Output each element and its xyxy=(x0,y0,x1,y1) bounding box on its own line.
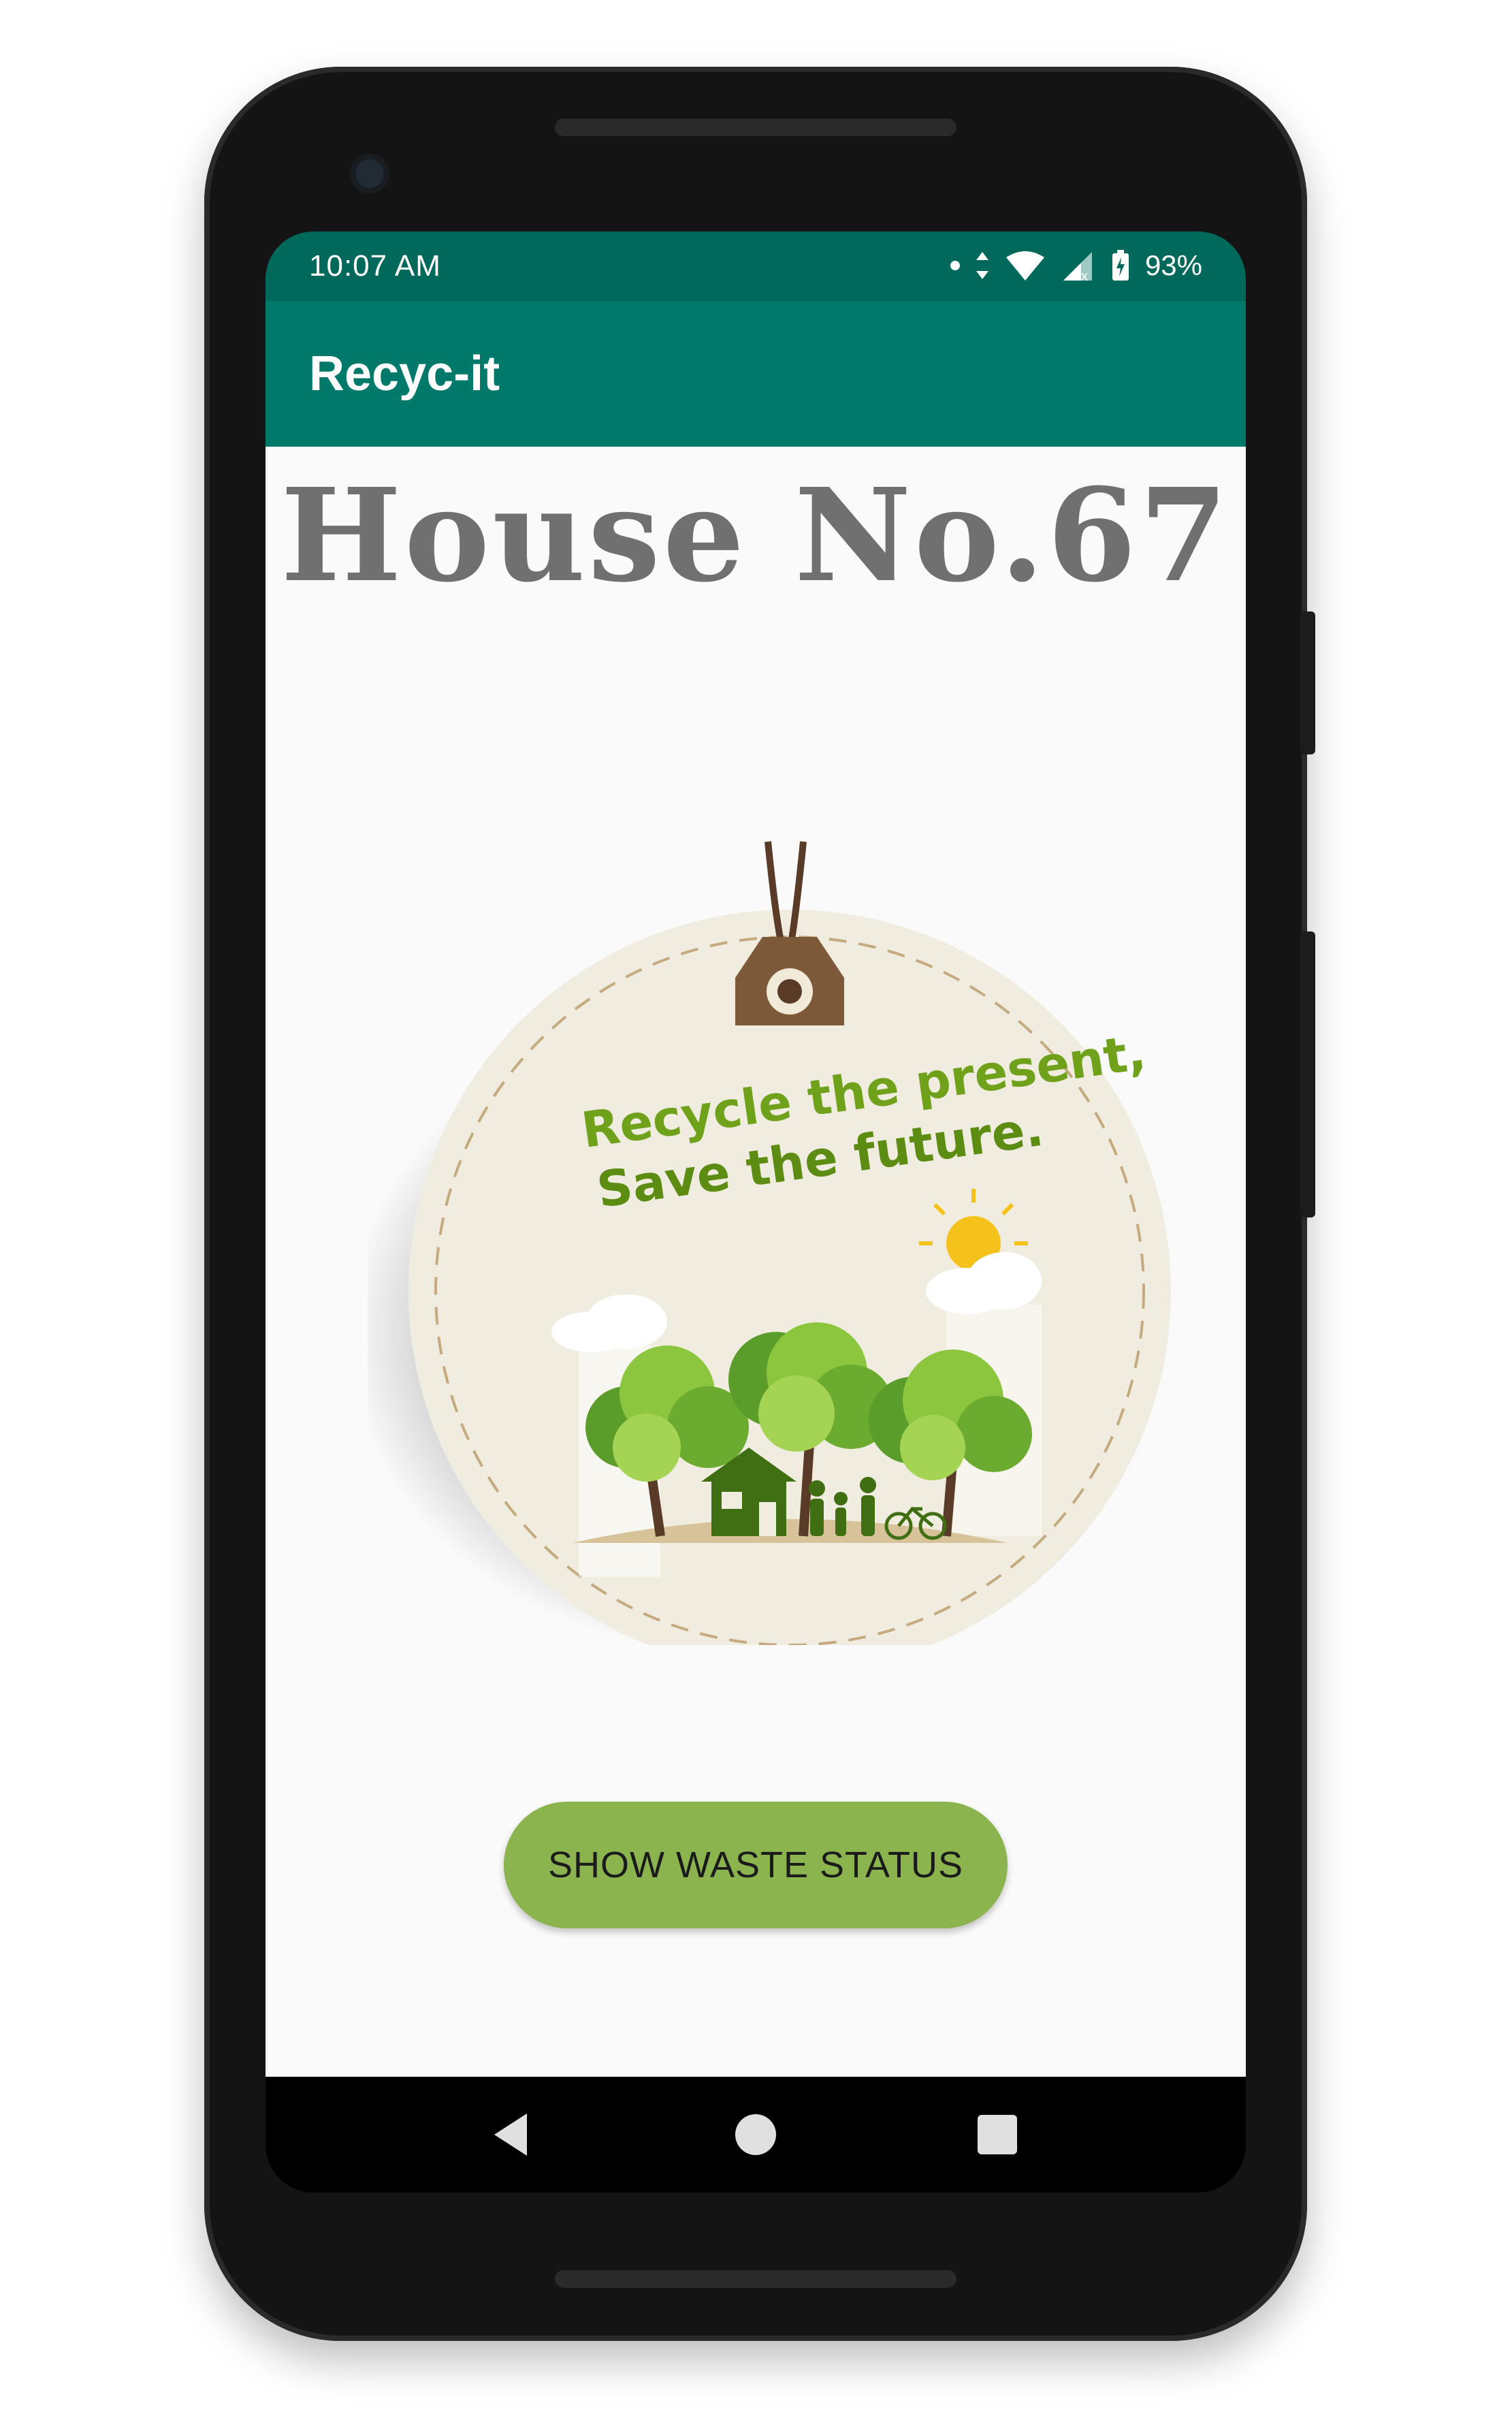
house-number-heading: House No.67 xyxy=(280,460,1231,611)
power-button xyxy=(1300,611,1315,754)
earpiece-speaker xyxy=(555,118,956,136)
battery-icon xyxy=(1112,250,1129,281)
front-camera-icon xyxy=(350,154,389,193)
main-content: House No.67 Recycle the present, Save th… xyxy=(266,447,1246,2077)
navigation-bar xyxy=(266,2077,1246,2192)
recents-icon[interactable] xyxy=(967,2104,1028,2165)
svg-text:x: x xyxy=(1081,269,1088,282)
bottom-speaker xyxy=(555,2270,956,2288)
battery-percent: 93% xyxy=(1144,249,1202,281)
status-icons: x 93% xyxy=(950,246,1202,285)
show-waste-status-button[interactable]: SHOW WASTE STATUS xyxy=(504,1802,1008,1928)
app-title: Recyc-it xyxy=(309,347,500,401)
data-arrows-icon xyxy=(976,252,988,279)
status-bar: 10:07 AM x 93% xyxy=(266,232,1246,301)
app-bar: Recyc-it xyxy=(266,301,1246,447)
home-icon[interactable] xyxy=(725,2104,786,2165)
cell-signal-icon: x xyxy=(1063,252,1092,282)
back-icon[interactable] xyxy=(482,2104,543,2165)
volume-button xyxy=(1300,931,1315,1217)
wifi-icon xyxy=(1006,251,1044,281)
status-time: 10:07 AM xyxy=(309,249,441,283)
device-screen: 10:07 AM x 93% Recyc-it House No.67 Recy… xyxy=(266,232,1246,2192)
notification-dot-icon xyxy=(950,261,960,270)
recycle-badge-illustration: Recycle the present, Save the future. xyxy=(368,841,1171,1645)
